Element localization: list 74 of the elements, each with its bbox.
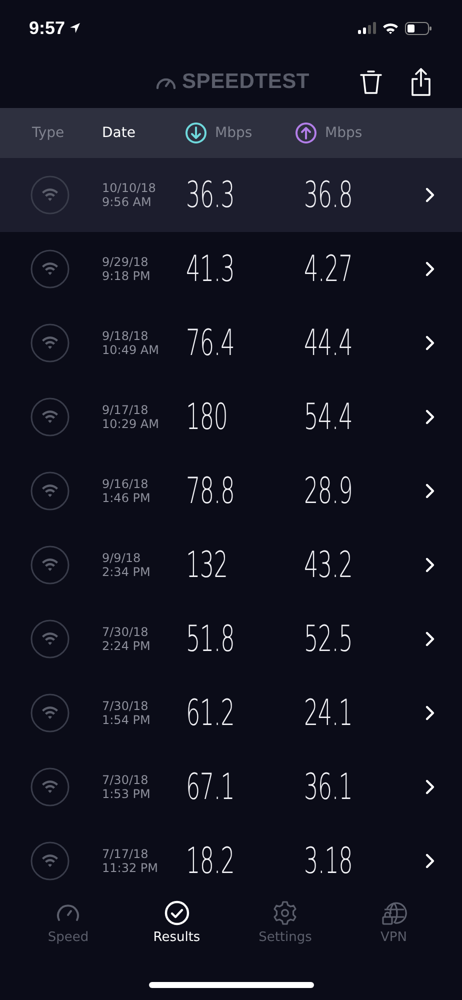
upload-speed: 44.4 (304, 322, 352, 364)
wifi-icon (382, 22, 399, 34)
time-text: 9:56 AM (102, 195, 152, 209)
upload-speed: 4.27 (304, 248, 352, 290)
chevron-right-icon (425, 335, 435, 351)
time-text: 10:29 AM (102, 417, 159, 431)
date-text: 7/30/18 (102, 699, 148, 713)
status-time: 9:57 (29, 18, 66, 38)
time-text: 1:46 PM (102, 491, 150, 505)
download-speed: 180 (186, 396, 228, 438)
upload-speed: 43.2 (304, 544, 352, 586)
upload-speed: 24.1 (304, 692, 352, 734)
battery-icon (405, 22, 432, 34)
upload-speed: 54.4 (304, 396, 352, 438)
chevron-right-icon (425, 557, 435, 573)
upload-speed: 52.5 (304, 618, 352, 660)
download-speed: 67.1 (186, 766, 234, 808)
wifi-icon (30, 471, 70, 511)
time-text: 2:24 PM (102, 639, 150, 653)
chevron-right-icon (425, 409, 435, 425)
chevron-right-icon (425, 705, 435, 721)
chevron-right-icon (425, 187, 435, 203)
chevron-right-icon (425, 853, 435, 869)
result-row[interactable]: 10/10/18 9:56 AM 36.3 36.8 (0, 158, 462, 232)
column-header[interactable]: Date (102, 125, 136, 141)
date-text: 9/9/18 (102, 551, 141, 565)
wifi-icon (30, 841, 70, 881)
date-text: 7/30/18 (102, 773, 148, 787)
wifi-icon (30, 175, 70, 215)
upload-speed: 36.8 (304, 174, 352, 216)
upload-speed: 36.1 (304, 766, 352, 808)
wifi-icon (30, 323, 70, 363)
chevron-right-icon (425, 631, 435, 647)
time-text: 9:18 PM (102, 269, 150, 283)
download-speed: 51.8 (186, 618, 234, 660)
chevron-right-icon (425, 483, 435, 499)
time-text: 1:53 PM (102, 787, 150, 801)
wifi-icon (30, 767, 70, 807)
wifi-icon (30, 693, 70, 733)
date-text: 9/29/18 (102, 255, 148, 269)
date-text: 7/30/18 (102, 625, 148, 639)
download-speed: 41.3 (186, 248, 234, 290)
download-speed: 18.2 (186, 840, 234, 882)
time-text: 10:49 AM (102, 343, 159, 357)
wifi-icon (30, 397, 70, 437)
time-text: 11:32 PM (102, 861, 158, 875)
download-speed: 78.8 (186, 470, 234, 512)
wifi-icon (30, 619, 70, 659)
checkmark-circle-icon[interactable] (164, 900, 190, 926)
download-speed: 61.2 (186, 692, 234, 734)
date-text: 10/10/18 (102, 181, 156, 195)
chevron-right-icon (425, 261, 435, 277)
location-arrow-icon (69, 22, 82, 34)
date-text: 9/17/18 (102, 403, 148, 417)
wifi-icon (30, 545, 70, 585)
date-text: 9/18/18 (102, 329, 148, 343)
tab-button[interactable]: Results (153, 930, 200, 945)
date-text: 7/17/18 (102, 847, 148, 861)
upload-speed: 28.9 (304, 470, 352, 512)
download-speed: 36.3 (186, 174, 234, 216)
signal-icon (358, 22, 376, 34)
trash-icon[interactable] (360, 69, 382, 95)
logo-text: SPEEDTEST (182, 70, 310, 94)
chevron-right-icon (425, 779, 435, 795)
download-speed: 76.4 (186, 322, 234, 364)
wifi-icon (30, 249, 70, 289)
settings-icon[interactable] (272, 900, 298, 926)
time-text: 2:34 PM (102, 565, 150, 579)
upload-speed: 3.18 (304, 840, 352, 882)
share-icon[interactable] (411, 68, 431, 96)
time-text: 1:54 PM (102, 713, 150, 727)
date-text: 9/16/18 (102, 477, 148, 491)
download-speed: 132 (186, 544, 228, 586)
globe-lock-icon[interactable] (380, 900, 407, 926)
